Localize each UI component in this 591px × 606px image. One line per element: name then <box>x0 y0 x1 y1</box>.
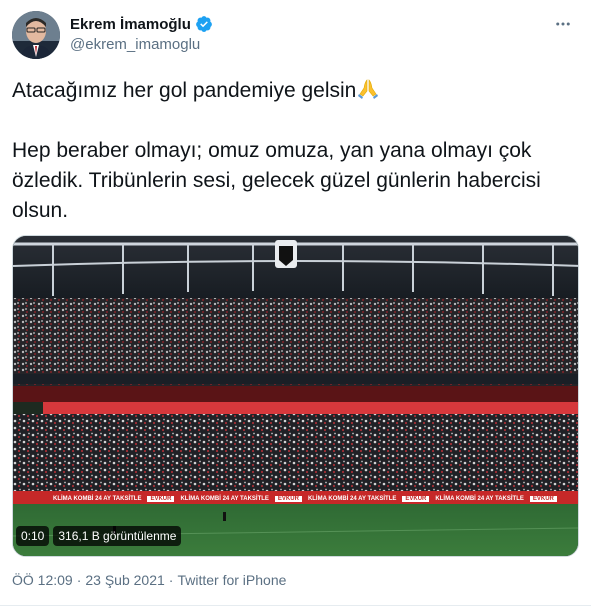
folded-hands-emoji-icon <box>356 76 380 100</box>
ad-board-text: EVKUR <box>147 496 175 502</box>
verified-badge-icon <box>195 15 213 33</box>
separator: · <box>168 572 174 588</box>
ad-board-text: EVKUR <box>529 496 557 502</box>
stadium-video-frame <box>13 236 578 556</box>
separator: · <box>76 572 82 588</box>
tweet-video[interactable]: KLİMA KOMBİ 24 AY TAKSİTLE EVKUR KLİMA K… <box>12 235 579 557</box>
ad-board-text: KLİMA KOMBİ 24 AY TAKSİTLE <box>307 496 397 502</box>
tweet-metadata: ÖÖ 12:09 · 23 Şub 2021 · Twitter for iPh… <box>12 572 286 588</box>
tweet-paragraph-2: Hep beraber olmayı; omuz omuza, yan yana… <box>12 139 541 222</box>
ad-board-row: KLİMA KOMBİ 24 AY TAKSİTLE EVKUR KLİMA K… <box>13 491 578 507</box>
avatar[interactable] <box>12 11 60 59</box>
ad-board-text: KLİMA KOMBİ 24 AY TAKSİTLE <box>180 496 269 502</box>
tweet-time[interactable]: ÖÖ 12:09 <box>12 572 73 588</box>
ad-board-text: KLİMA KOMBİ 24 AY TAKSİTLE <box>53 496 142 502</box>
video-timestamp: 0:10 <box>16 526 50 546</box>
tweet-source[interactable]: Twitter for iPhone <box>177 572 286 588</box>
tweet-text: Atacağımız her gol pandemiye gelsin Hep … <box>12 76 572 226</box>
tweet-card[interactable]: Ekrem İmamoğlu @ekrem_imamoglu Atacağımı… <box>0 0 591 606</box>
tweet-paragraph-1-text: Atacağımız her gol pandemiye gelsin <box>12 79 357 102</box>
tweet-date[interactable]: 23 Şub 2021 <box>85 572 164 588</box>
video-view-count: 316,1 B görüntülenme <box>53 526 182 546</box>
video-overlay: 0:10 316,1 B görüntülenme <box>16 526 182 546</box>
ad-board-text: EVKUR <box>402 496 430 502</box>
author-name-row[interactable]: Ekrem İmamoğlu <box>70 15 213 33</box>
ad-board-text: KLİMA KOMBİ 24 AY TAKSİTLE <box>435 496 524 502</box>
ad-board-text: EVKUR <box>274 496 302 502</box>
author-display-name[interactable]: Ekrem İmamoğlu <box>70 16 191 33</box>
more-horizontal-icon[interactable] <box>551 12 575 36</box>
author-handle[interactable]: @ekrem_imamoglu <box>70 36 200 53</box>
tweet-paragraph-1: Atacağımız her gol pandemiye gelsin <box>12 76 572 106</box>
